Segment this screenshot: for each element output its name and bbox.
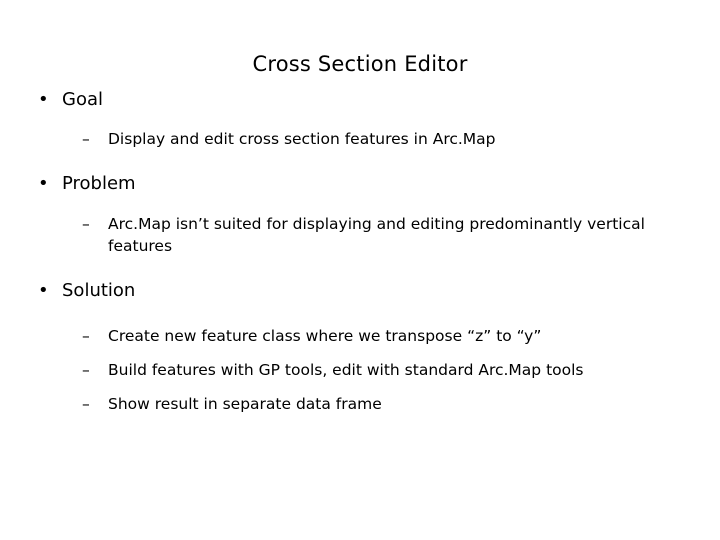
bullet-item-label: Solution — [62, 279, 136, 301]
sub-item-label: Show result in separate data frame — [108, 394, 382, 413]
slide-body: • Goal – Display and edit cross section … — [20, 88, 700, 421]
bullet-item-solution: • Solution — [20, 279, 700, 303]
sub-item-goal-display: – Display and edit cross section feature… — [20, 128, 700, 150]
bullet-marker-icon: • — [38, 89, 49, 110]
page-title: Cross Section Editor — [252, 52, 468, 76]
bullet-marker-icon: • — [38, 279, 49, 301]
bullet-item-goal: • Goal — [20, 88, 700, 112]
dash-marker-icon: – — [82, 214, 90, 233]
sub-item-label: Create new feature class where we transp… — [108, 326, 542, 345]
sub-item-solution-transpose: – Create new feature class where we tran… — [20, 325, 700, 347]
dash-marker-icon: – — [82, 130, 90, 149]
bullet-item-label: Problem — [62, 173, 136, 195]
sub-item-solution-build: – Build features with GP tools, edit wit… — [20, 359, 700, 381]
sub-item-label: Arc.Map isn’t suited for displaying and … — [108, 214, 645, 255]
sub-item-problem-vertical: – Arc.Map isn’t suited for displaying an… — [20, 213, 700, 257]
bullet-item-problem: • Problem — [20, 172, 700, 196]
dash-marker-icon: – — [82, 394, 90, 413]
bullet-item-label: Goal — [62, 89, 103, 110]
dash-marker-icon: – — [82, 360, 90, 379]
sub-item-solution-show: – Show result in separate data frame — [20, 393, 700, 415]
sub-item-label: Build features with GP tools, edit with … — [108, 360, 584, 379]
slide: Cross Section Editor • Goal – Display an… — [0, 0, 720, 540]
bullet-marker-icon: • — [38, 173, 49, 195]
dash-marker-icon: – — [82, 326, 90, 345]
sub-item-label: Display and edit cross section features … — [108, 130, 496, 149]
